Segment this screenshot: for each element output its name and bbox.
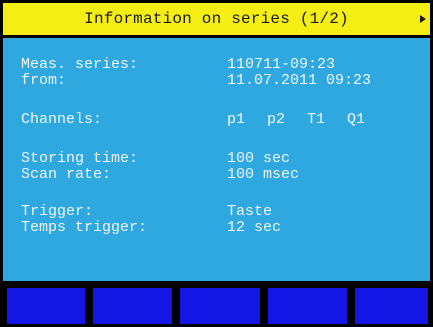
- channel-item: p1: [227, 111, 246, 128]
- temps-trigger-value: 12 sec: [227, 219, 282, 236]
- scan-rate-value: 100 msec: [227, 166, 300, 183]
- from-label: from:: [21, 72, 67, 89]
- triangle-right-icon[interactable]: [420, 15, 426, 23]
- storing-time-label: Storing time:: [21, 150, 139, 167]
- title-bar: Information on series (1/2): [3, 3, 430, 35]
- channel-item: Q1: [347, 111, 366, 128]
- softkey-1[interactable]: [7, 288, 85, 324]
- device-screen: Information on series (1/2) Meas. series…: [0, 0, 433, 327]
- meas-series-value: 110711-09:23: [227, 56, 336, 73]
- channel-item: T1: [307, 111, 326, 128]
- from-value: 11.07.2011 09:23: [227, 72, 372, 89]
- temps-trigger-label: Temps trigger:: [21, 219, 148, 236]
- scan-rate-label: Scan rate:: [21, 166, 112, 183]
- meas-series-label: Meas. series:: [21, 56, 139, 73]
- softkey-5[interactable]: [355, 288, 428, 324]
- storing-time-value: 100 sec: [227, 150, 291, 167]
- softkey-4[interactable]: [268, 288, 347, 324]
- series-info-panel: Meas. series: 110711-09:23 from: 11.07.2…: [3, 38, 430, 281]
- channel-item: p2: [267, 111, 286, 128]
- softkey-bar: [0, 285, 433, 327]
- channels-list: p1 p2 T1 Q1: [227, 112, 387, 128]
- trigger-label: Trigger:: [21, 203, 94, 220]
- page-title: Information on series (1/2): [84, 10, 349, 28]
- softkey-3[interactable]: [180, 288, 260, 324]
- softkey-2[interactable]: [93, 288, 172, 324]
- channels-label: Channels:: [21, 111, 103, 128]
- trigger-value: Taste: [227, 203, 273, 220]
